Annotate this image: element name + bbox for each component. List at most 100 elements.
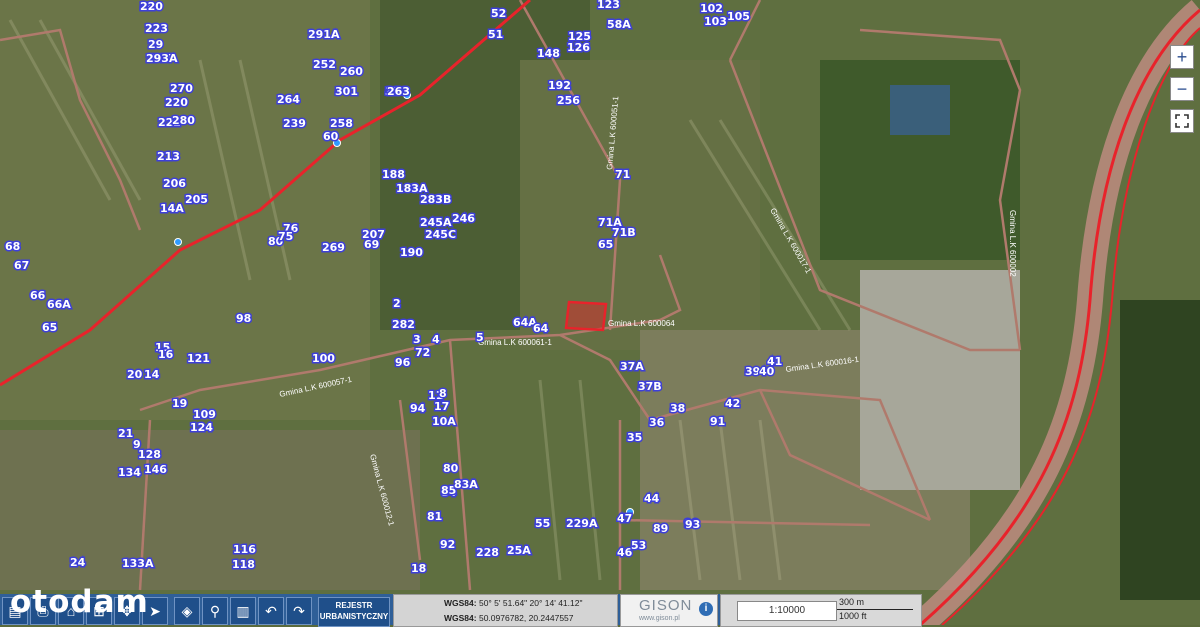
- parcel-number-label: 116: [233, 543, 256, 556]
- parcel-number-label: 67: [14, 259, 29, 272]
- coord-system-label: WGS84:: [444, 613, 477, 623]
- parcel-number-label: 124: [190, 421, 213, 434]
- scale-panel: 1:10000 300 m 1000 ft: [720, 594, 922, 627]
- parcel-number-label: 66: [30, 289, 46, 302]
- parcel-number-label: 5: [476, 331, 484, 344]
- parcel-number-label: 301: [335, 85, 358, 98]
- parcel-number-label: 92: [440, 538, 455, 551]
- parcel-number-label: 94: [410, 402, 426, 415]
- rejestr-urbanistyczny-button[interactable]: REJESTR URBANISTYCZNY: [318, 597, 390, 627]
- satellite-map[interactable]: Gmina L.K 600061-1 Gmina L.K 600057-1 Gm…: [0, 0, 1200, 625]
- parcel-number-label: 19: [172, 397, 187, 410]
- rejestr-label-line2: URBANISTYCZNY: [319, 612, 389, 621]
- parcel-number-label: 55: [535, 517, 550, 530]
- parcel-number-label: 148: [537, 47, 560, 60]
- road-label: Gmina L.K 600064: [608, 319, 675, 328]
- parcel-number-label: 280: [172, 114, 195, 127]
- parcel-number-label: 41: [767, 355, 782, 368]
- parcel-number-label: 42: [725, 397, 740, 410]
- parcel-number-label: 51: [488, 28, 503, 41]
- parcel-number-label: 93: [685, 518, 700, 531]
- road-label: Gmina L.K 600002: [1008, 210, 1017, 277]
- fullscreen-icon: [1175, 114, 1189, 128]
- parcel-number-label: 220: [165, 96, 188, 109]
- parcel-number-label: 246: [452, 212, 475, 225]
- parcel-number-label: 89: [653, 522, 668, 535]
- parcel-number-label: 72: [415, 346, 430, 359]
- parcel-number-label: 228: [476, 546, 499, 559]
- parcel-number-label: 245C: [425, 228, 456, 241]
- parcel-number-label: 229A: [566, 517, 598, 530]
- parcel-number-label: 239: [283, 117, 306, 130]
- parcel-number-label: 71: [615, 168, 630, 181]
- parcel-number-label: 80: [443, 462, 459, 475]
- coord-system-label: WGS84:: [444, 598, 477, 608]
- parcel-number-label: 3: [413, 333, 421, 346]
- parcel-number-label: 66A: [47, 298, 71, 311]
- layers-stack-icon[interactable]: ▥: [230, 597, 256, 625]
- parcel-number-label: 282: [392, 318, 415, 331]
- parcel-number-label: 22: [140, 0, 155, 13]
- scale-bar: 300 m 1000 ft: [837, 597, 915, 623]
- parcel-number-label: 24: [70, 556, 86, 569]
- scale-select[interactable]: 1:10000: [737, 601, 837, 621]
- parcel-number-label: 134: [118, 466, 141, 479]
- parcel-number-label: 65: [598, 238, 613, 251]
- parcel-number-label: 128: [138, 448, 161, 461]
- gison-url: www.gison.pl: [639, 615, 680, 622]
- parcel-number-label: 16: [158, 348, 174, 361]
- map-icon[interactable]: ◈: [174, 597, 200, 625]
- scale-metric-label: 300 m: [839, 597, 865, 607]
- parcel-number-label: 71B: [612, 226, 636, 239]
- undo-icon[interactable]: ↶: [258, 597, 284, 625]
- scale-line: [837, 609, 913, 610]
- parcel-number-label: 102: [700, 2, 723, 15]
- parcel-number-label: 263: [387, 85, 410, 98]
- parcel-number-label: 96: [395, 356, 411, 369]
- parcel-number-label: 4: [432, 333, 440, 346]
- parcel-number-label: 35: [627, 431, 642, 444]
- fullscreen-button[interactable]: [1170, 109, 1194, 133]
- selected-parcel[interactable]: [564, 300, 608, 332]
- coordinates-readout: WGS84: 50° 5' 51.64" 20° 14' 41.12" WGS8…: [393, 594, 618, 627]
- parcel-number-label: 37B: [638, 380, 662, 393]
- parcel-number-label: 36: [649, 416, 665, 429]
- parcel-number-label: 64: [533, 322, 549, 335]
- otodam-watermark: otodam: [10, 584, 149, 620]
- search-icon[interactable]: ⚲: [202, 597, 228, 625]
- gison-logo: GISON: [639, 597, 693, 614]
- parcel-number-label: 121: [187, 352, 210, 365]
- parcel-number-label: 293A: [146, 52, 178, 65]
- parcel-number-label: 14A: [160, 202, 184, 215]
- parcel-number-label: 52: [491, 7, 506, 20]
- parcel-number-label: 291A: [308, 28, 340, 41]
- scale-imperial-label: 1000 ft: [839, 611, 867, 621]
- parcel-number-label: 47: [617, 512, 632, 525]
- rejestr-label-line1: REJESTR: [335, 601, 373, 610]
- gison-logo-box: GISON www.gison.pl i: [620, 594, 718, 627]
- parcel-number-label: 192: [548, 79, 571, 92]
- parcel-number-label: 206: [163, 177, 186, 190]
- parcel-number-label: 188: [382, 168, 405, 181]
- parcel-number-label: 68: [5, 240, 20, 253]
- parcel-number-label: 270: [170, 82, 193, 95]
- coord-dms-value: 50° 5' 51.64" 20° 14' 41.12": [478, 598, 583, 608]
- parcel-number-label: 283B: [420, 193, 451, 206]
- parcel-number-label: 98: [236, 312, 251, 325]
- parcel-number-label: 109: [193, 408, 216, 421]
- zoom-in-button[interactable]: +: [1170, 45, 1194, 69]
- zoom-out-button[interactable]: −: [1170, 77, 1194, 101]
- parcel-number-label: 258: [330, 117, 353, 130]
- redo-icon[interactable]: ↷: [286, 597, 312, 625]
- parcel-number-label: 2: [393, 297, 401, 310]
- parcel-number-label: 60: [323, 130, 339, 143]
- parcel-number-label: 146: [144, 463, 167, 476]
- parcel-number-label: 53: [631, 539, 646, 552]
- parcel-number-label: 264: [277, 93, 300, 106]
- info-icon[interactable]: i: [699, 602, 713, 616]
- map-marker[interactable]: [174, 238, 182, 246]
- parcel-number-label: 58A: [607, 18, 631, 31]
- parcel-number-label: 213: [157, 150, 180, 163]
- parcel-number-label: 14: [144, 368, 160, 381]
- road-label: Gmina L.K 600061-1: [478, 338, 552, 347]
